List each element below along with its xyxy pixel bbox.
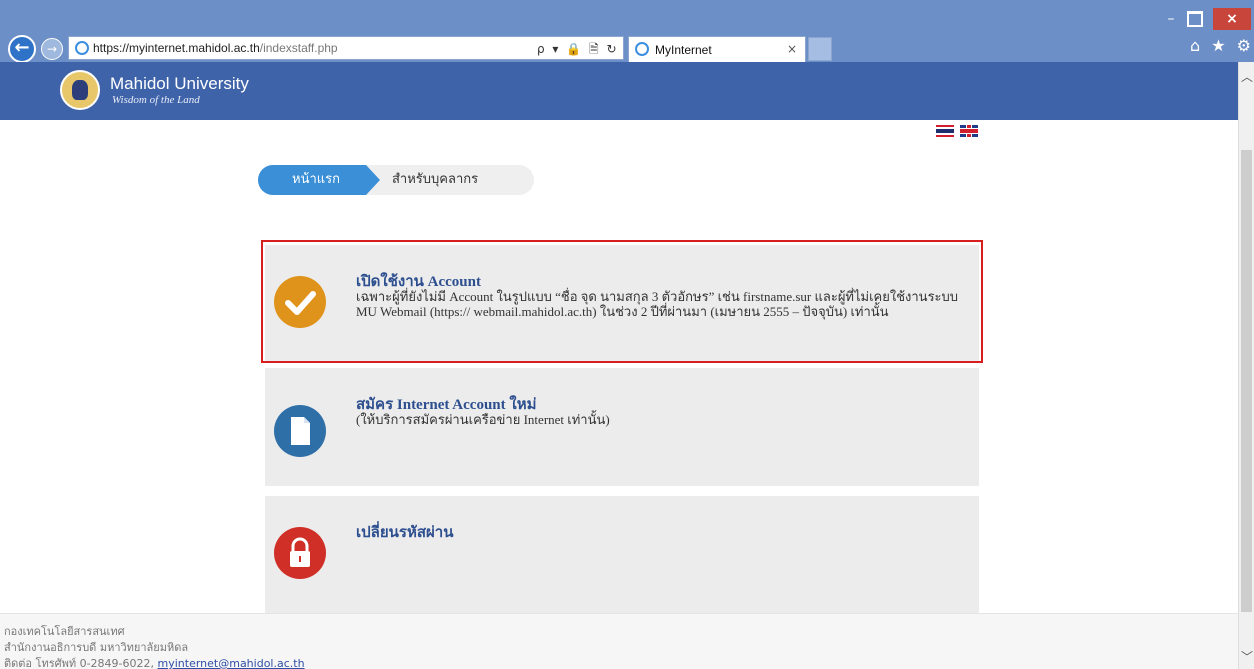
uk-flag-icon[interactable]	[960, 125, 978, 137]
ie-icon	[75, 41, 89, 55]
url-host: https://myinternet.mahidol.ac.th	[93, 41, 260, 55]
ie-icon	[635, 42, 649, 56]
toolbar-icons[interactable]: ⌂ ★ ⚙	[1190, 36, 1254, 55]
brand-name: Mahidol University	[110, 74, 249, 93]
footer-line-3: ติดต่อ โทรศัพท์ 0-2849-6022, myinternet@…	[4, 654, 305, 669]
url-text: https://myinternet.mahidol.ac.th/indexst…	[93, 41, 338, 55]
new-account-card[interactable]: สมัคร Internet Account ใหม่ (ให้บริการสม…	[265, 368, 979, 486]
tab-close-icon[interactable]: ×	[787, 42, 797, 56]
change-password-card[interactable]: เปลี่ยนรหัสผ่าน	[265, 496, 979, 614]
thai-flag-icon[interactable]	[936, 125, 954, 137]
page-footer: กองเทคโนโลยีสารสนเทศ สำนักงานอธิการบดี ม…	[0, 613, 1238, 669]
card-title[interactable]: เปลี่ยนรหัสผ่าน	[356, 520, 453, 544]
maximize-button[interactable]	[1187, 11, 1203, 27]
highlight-box	[261, 240, 983, 363]
address-bar[interactable]: https://myinternet.mahidol.ac.th/indexst…	[68, 36, 624, 60]
card-description: (ให้บริการสมัครผ่านเครือข่าย Internet เท…	[356, 412, 610, 427]
scroll-up-icon[interactable]: ︿	[1241, 68, 1253, 85]
footer-email-link[interactable]: myinternet@mahidol.ac.th	[158, 657, 305, 669]
close-window-button[interactable]: ×	[1213, 8, 1251, 30]
scrollbar[interactable]: ︿ ﹀	[1238, 62, 1254, 669]
minimize-button[interactable]: –	[1163, 12, 1179, 28]
university-logo[interactable]	[60, 70, 100, 110]
site-header: Mahidol University Wisdom of the Land	[0, 62, 1238, 120]
language-switcher	[936, 124, 986, 138]
lock-icon	[274, 527, 326, 579]
document-icon	[274, 405, 326, 457]
new-tab-button[interactable]	[808, 37, 832, 61]
breadcrumb: หน้าแรก สำหรับบุคลากร	[258, 165, 534, 195]
breadcrumb-arrow-icon	[366, 165, 380, 195]
url-path: /indexstaff.php	[259, 41, 338, 55]
address-tools[interactable]: ρ ▾ 🔒 🗎 ↻	[537, 40, 619, 61]
breadcrumb-home[interactable]: หน้าแรก	[258, 165, 366, 195]
breadcrumb-current: สำหรับบุคลากร	[392, 172, 479, 187]
browser-tab[interactable]: MyInternet ×	[628, 36, 806, 62]
scroll-thumb[interactable]	[1241, 150, 1252, 612]
browser-chrome: – × ← → https://myinternet.mahidol.ac.th…	[0, 0, 1254, 63]
back-button[interactable]: ←	[8, 35, 36, 63]
forward-button[interactable]: →	[41, 38, 63, 60]
brand-tagline: Wisdom of the Land	[112, 94, 200, 106]
tab-title: MyInternet	[655, 43, 712, 57]
footer-phone: ติดต่อ โทรศัพท์ 0-2849-6022,	[4, 657, 155, 669]
scroll-down-icon[interactable]: ﹀	[1241, 648, 1253, 665]
